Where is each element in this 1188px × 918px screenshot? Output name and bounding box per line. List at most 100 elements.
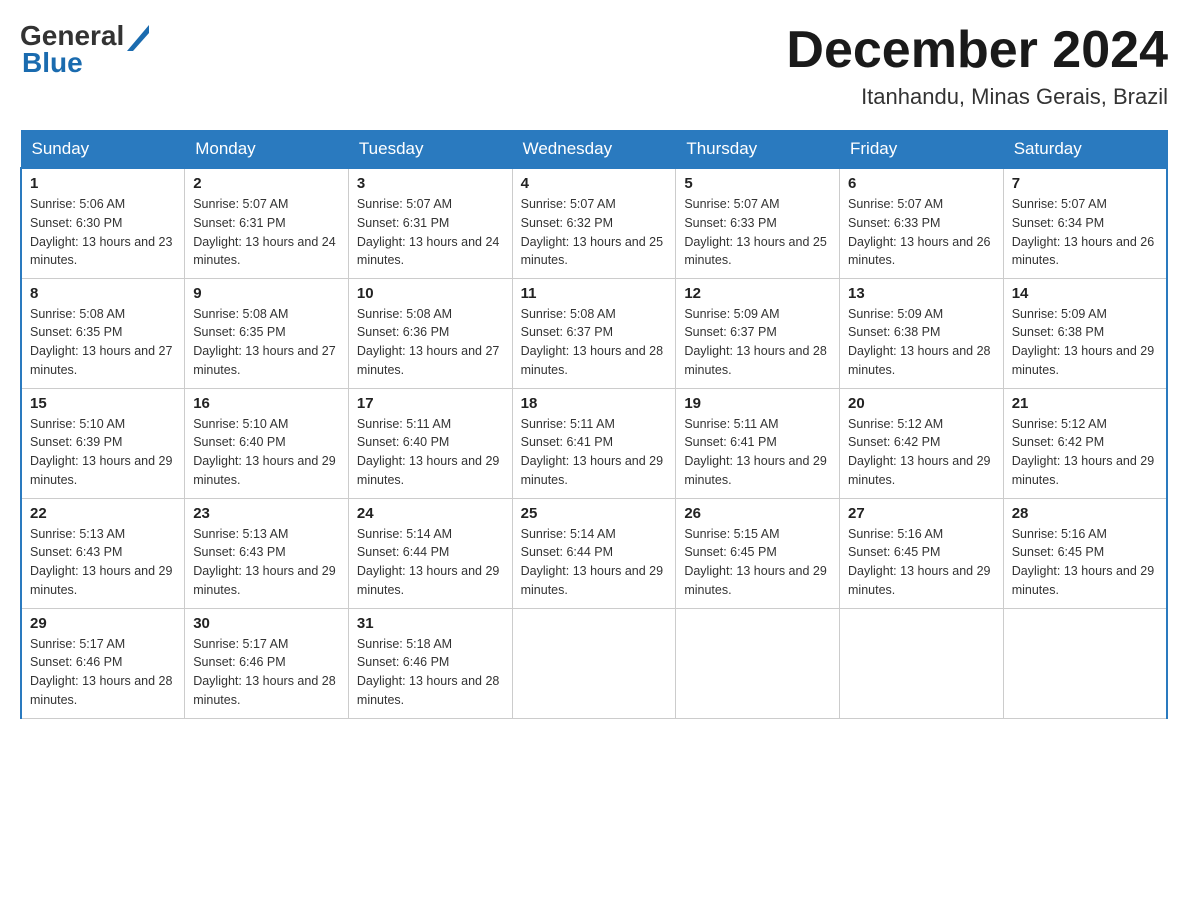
- day-number: 10: [357, 285, 504, 302]
- day-info: Sunrise: 5:09 AMSunset: 6:38 PMDaylight:…: [848, 307, 990, 377]
- day-info: Sunrise: 5:07 AMSunset: 6:33 PMDaylight:…: [684, 197, 826, 267]
- table-row: [676, 608, 840, 718]
- table-row: 26 Sunrise: 5:15 AMSunset: 6:45 PMDaylig…: [676, 498, 840, 608]
- day-number: 20: [848, 395, 995, 412]
- table-row: 9 Sunrise: 5:08 AMSunset: 6:35 PMDayligh…: [185, 278, 349, 388]
- calendar-title-block: December 2024 Itanhandu, Minas Gerais, B…: [786, 20, 1168, 110]
- day-number: 7: [1012, 175, 1158, 192]
- table-row: 5 Sunrise: 5:07 AMSunset: 6:33 PMDayligh…: [676, 168, 840, 278]
- day-number: 11: [521, 285, 668, 302]
- table-row: [840, 608, 1004, 718]
- table-row: 10 Sunrise: 5:08 AMSunset: 6:36 PMDaylig…: [348, 278, 512, 388]
- col-tuesday: Tuesday: [348, 131, 512, 169]
- calendar-week-row: 29 Sunrise: 5:17 AMSunset: 6:46 PMDaylig…: [21, 608, 1167, 718]
- day-info: Sunrise: 5:16 AMSunset: 6:45 PMDaylight:…: [848, 527, 990, 597]
- table-row: 22 Sunrise: 5:13 AMSunset: 6:43 PMDaylig…: [21, 498, 185, 608]
- day-number: 24: [357, 505, 504, 522]
- calendar-table: Sunday Monday Tuesday Wednesday Thursday…: [20, 130, 1168, 719]
- day-number: 23: [193, 505, 340, 522]
- day-number: 18: [521, 395, 668, 412]
- calendar-week-row: 15 Sunrise: 5:10 AMSunset: 6:39 PMDaylig…: [21, 388, 1167, 498]
- col-saturday: Saturday: [1003, 131, 1167, 169]
- day-info: Sunrise: 5:17 AMSunset: 6:46 PMDaylight:…: [30, 637, 172, 707]
- table-row: 25 Sunrise: 5:14 AMSunset: 6:44 PMDaylig…: [512, 498, 676, 608]
- day-number: 16: [193, 395, 340, 412]
- day-info: Sunrise: 5:08 AMSunset: 6:35 PMDaylight:…: [193, 307, 335, 377]
- col-thursday: Thursday: [676, 131, 840, 169]
- day-info: Sunrise: 5:12 AMSunset: 6:42 PMDaylight:…: [848, 417, 990, 487]
- day-number: 19: [684, 395, 831, 412]
- day-info: Sunrise: 5:07 AMSunset: 6:31 PMDaylight:…: [193, 197, 335, 267]
- day-info: Sunrise: 5:10 AMSunset: 6:39 PMDaylight:…: [30, 417, 172, 487]
- table-row: [1003, 608, 1167, 718]
- day-number: 31: [357, 615, 504, 632]
- location-subtitle: Itanhandu, Minas Gerais, Brazil: [786, 84, 1168, 110]
- table-row: [512, 608, 676, 718]
- day-number: 1: [30, 175, 176, 192]
- table-row: 30 Sunrise: 5:17 AMSunset: 6:46 PMDaylig…: [185, 608, 349, 718]
- calendar-header-row: Sunday Monday Tuesday Wednesday Thursday…: [21, 131, 1167, 169]
- calendar-week-row: 1 Sunrise: 5:06 AMSunset: 6:30 PMDayligh…: [21, 168, 1167, 278]
- day-info: Sunrise: 5:11 AMSunset: 6:41 PMDaylight:…: [521, 417, 663, 487]
- day-number: 28: [1012, 505, 1158, 522]
- day-info: Sunrise: 5:14 AMSunset: 6:44 PMDaylight:…: [357, 527, 499, 597]
- table-row: 18 Sunrise: 5:11 AMSunset: 6:41 PMDaylig…: [512, 388, 676, 498]
- day-number: 26: [684, 505, 831, 522]
- day-info: Sunrise: 5:17 AMSunset: 6:46 PMDaylight:…: [193, 637, 335, 707]
- day-info: Sunrise: 5:18 AMSunset: 6:46 PMDaylight:…: [357, 637, 499, 707]
- day-info: Sunrise: 5:08 AMSunset: 6:36 PMDaylight:…: [357, 307, 499, 377]
- col-wednesday: Wednesday: [512, 131, 676, 169]
- table-row: 12 Sunrise: 5:09 AMSunset: 6:37 PMDaylig…: [676, 278, 840, 388]
- table-row: 16 Sunrise: 5:10 AMSunset: 6:40 PMDaylig…: [185, 388, 349, 498]
- col-sunday: Sunday: [21, 131, 185, 169]
- table-row: 28 Sunrise: 5:16 AMSunset: 6:45 PMDaylig…: [1003, 498, 1167, 608]
- table-row: 23 Sunrise: 5:13 AMSunset: 6:43 PMDaylig…: [185, 498, 349, 608]
- table-row: 20 Sunrise: 5:12 AMSunset: 6:42 PMDaylig…: [840, 388, 1004, 498]
- day-info: Sunrise: 5:15 AMSunset: 6:45 PMDaylight:…: [684, 527, 826, 597]
- table-row: 21 Sunrise: 5:12 AMSunset: 6:42 PMDaylig…: [1003, 388, 1167, 498]
- day-number: 27: [848, 505, 995, 522]
- day-number: 6: [848, 175, 995, 192]
- day-number: 21: [1012, 395, 1158, 412]
- page-header: General Blue December 2024 Itanhandu, Mi…: [20, 20, 1168, 110]
- day-number: 14: [1012, 285, 1158, 302]
- day-info: Sunrise: 5:08 AMSunset: 6:37 PMDaylight:…: [521, 307, 663, 377]
- day-info: Sunrise: 5:09 AMSunset: 6:37 PMDaylight:…: [684, 307, 826, 377]
- col-friday: Friday: [840, 131, 1004, 169]
- day-number: 2: [193, 175, 340, 192]
- day-number: 13: [848, 285, 995, 302]
- day-info: Sunrise: 5:08 AMSunset: 6:35 PMDaylight:…: [30, 307, 172, 377]
- table-row: 19 Sunrise: 5:11 AMSunset: 6:41 PMDaylig…: [676, 388, 840, 498]
- table-row: 3 Sunrise: 5:07 AMSunset: 6:31 PMDayligh…: [348, 168, 512, 278]
- table-row: 24 Sunrise: 5:14 AMSunset: 6:44 PMDaylig…: [348, 498, 512, 608]
- logo-blue-text: Blue: [22, 47, 83, 79]
- table-row: 4 Sunrise: 5:07 AMSunset: 6:32 PMDayligh…: [512, 168, 676, 278]
- table-row: 15 Sunrise: 5:10 AMSunset: 6:39 PMDaylig…: [21, 388, 185, 498]
- table-row: 13 Sunrise: 5:09 AMSunset: 6:38 PMDaylig…: [840, 278, 1004, 388]
- day-info: Sunrise: 5:12 AMSunset: 6:42 PMDaylight:…: [1012, 417, 1154, 487]
- day-info: Sunrise: 5:07 AMSunset: 6:34 PMDaylight:…: [1012, 197, 1154, 267]
- day-number: 4: [521, 175, 668, 192]
- table-row: 6 Sunrise: 5:07 AMSunset: 6:33 PMDayligh…: [840, 168, 1004, 278]
- day-number: 12: [684, 285, 831, 302]
- day-number: 25: [521, 505, 668, 522]
- table-row: 2 Sunrise: 5:07 AMSunset: 6:31 PMDayligh…: [185, 168, 349, 278]
- table-row: 29 Sunrise: 5:17 AMSunset: 6:46 PMDaylig…: [21, 608, 185, 718]
- day-info: Sunrise: 5:16 AMSunset: 6:45 PMDaylight:…: [1012, 527, 1154, 597]
- day-number: 8: [30, 285, 176, 302]
- table-row: 14 Sunrise: 5:09 AMSunset: 6:38 PMDaylig…: [1003, 278, 1167, 388]
- day-info: Sunrise: 5:07 AMSunset: 6:32 PMDaylight:…: [521, 197, 663, 267]
- day-info: Sunrise: 5:07 AMSunset: 6:31 PMDaylight:…: [357, 197, 499, 267]
- calendar-week-row: 22 Sunrise: 5:13 AMSunset: 6:43 PMDaylig…: [21, 498, 1167, 608]
- table-row: 31 Sunrise: 5:18 AMSunset: 6:46 PMDaylig…: [348, 608, 512, 718]
- day-info: Sunrise: 5:13 AMSunset: 6:43 PMDaylight:…: [193, 527, 335, 597]
- day-number: 5: [684, 175, 831, 192]
- day-number: 29: [30, 615, 176, 632]
- table-row: 17 Sunrise: 5:11 AMSunset: 6:40 PMDaylig…: [348, 388, 512, 498]
- day-info: Sunrise: 5:11 AMSunset: 6:41 PMDaylight:…: [684, 417, 826, 487]
- day-info: Sunrise: 5:07 AMSunset: 6:33 PMDaylight:…: [848, 197, 990, 267]
- day-info: Sunrise: 5:11 AMSunset: 6:40 PMDaylight:…: [357, 417, 499, 487]
- day-info: Sunrise: 5:10 AMSunset: 6:40 PMDaylight:…: [193, 417, 335, 487]
- table-row: 11 Sunrise: 5:08 AMSunset: 6:37 PMDaylig…: [512, 278, 676, 388]
- table-row: 8 Sunrise: 5:08 AMSunset: 6:35 PMDayligh…: [21, 278, 185, 388]
